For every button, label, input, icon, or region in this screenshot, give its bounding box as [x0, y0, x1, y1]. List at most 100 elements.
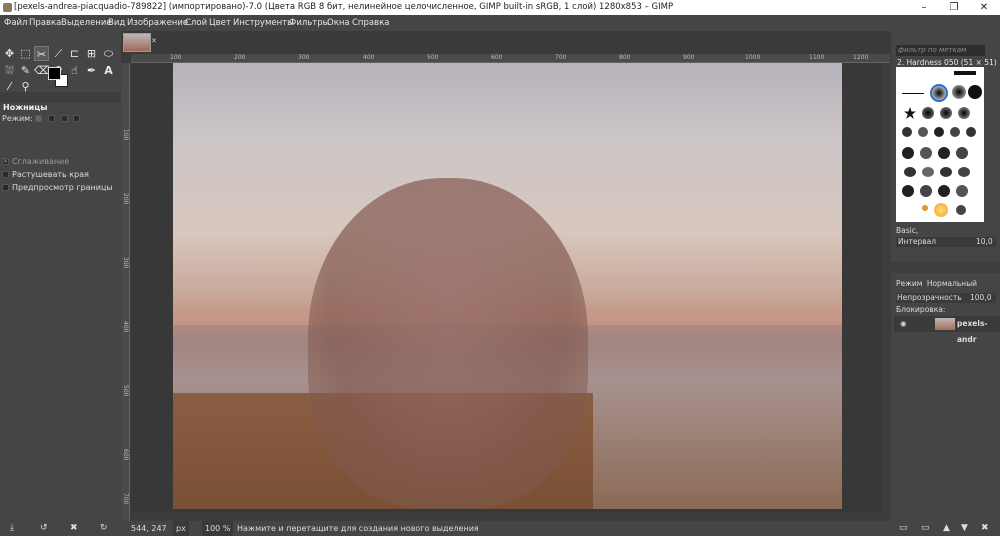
brush-item[interactable]: [950, 127, 960, 137]
brush-preset-select[interactable]: Basic,: [896, 226, 988, 236]
layer-row[interactable]: ◉ pexels-andr: [894, 316, 1000, 344]
text-tool-icon[interactable]: A: [101, 63, 116, 78]
menu-select[interactable]: Выделение: [61, 15, 112, 31]
reset-icon[interactable]: ↻: [100, 523, 108, 533]
unified-transform-icon[interactable]: ⊞: [84, 46, 99, 61]
brush-item[interactable]: [952, 85, 966, 99]
brush-item[interactable]: [956, 147, 968, 159]
mode-intersect-icon[interactable]: [73, 115, 81, 122]
brush-item[interactable]: [940, 167, 952, 177]
menu-tools[interactable]: Инструменты: [233, 15, 294, 31]
lower-layer-icon[interactable]: ▼: [961, 523, 968, 533]
warp-icon[interactable]: ⬭: [101, 46, 116, 61]
new-group-icon[interactable]: ▭: [921, 523, 930, 533]
raise-layer-icon[interactable]: ▲: [943, 523, 950, 533]
double-exposure-head: [308, 178, 588, 508]
menu-edit[interactable]: Правка: [29, 15, 61, 31]
preview-checkbox[interactable]: [2, 184, 9, 191]
brush-item[interactable]: [938, 147, 950, 159]
brush-filter-input[interactable]: фильтр по меткам: [896, 45, 985, 56]
scissors-icon[interactable]: ✂: [34, 46, 49, 61]
brush-item[interactable]: [922, 205, 928, 211]
paths-icon[interactable]: ✒: [84, 63, 99, 78]
menu-view[interactable]: Вид: [108, 15, 125, 31]
vertical-scrollbar[interactable]: [881, 63, 890, 521]
move-icon[interactable]: ✥: [2, 46, 17, 61]
brush-grid[interactable]: [896, 67, 984, 222]
layer-name: pexels-andr: [957, 319, 988, 344]
layer-mode-select[interactable]: Нормальный: [927, 279, 977, 288]
menu-help[interactable]: Справка: [352, 15, 389, 31]
menu-layer[interactable]: Слой: [185, 15, 207, 31]
brush-item[interactable]: [920, 147, 932, 159]
current-brush-name: 2. Hardness 050 (51 × 51): [897, 58, 997, 67]
eye-icon[interactable]: ◉: [900, 316, 907, 332]
tool-options-tabs: [0, 92, 121, 103]
brush-item[interactable]: [954, 71, 976, 75]
feather-option[interactable]: Растушевать края: [2, 170, 89, 179]
paintbrush-icon[interactable]: ✎: [18, 63, 33, 78]
save-preset-icon[interactable]: ⤓: [10, 523, 14, 533]
interval-slider[interactable]: Интервал 10,0: [896, 237, 996, 247]
brush-item[interactable]: [958, 107, 970, 119]
delete-preset-icon[interactable]: ✖: [70, 523, 78, 533]
bucket-fill-icon[interactable]: ⛆: [2, 63, 17, 78]
brush-item[interactable]: [918, 127, 928, 137]
brush-item[interactable]: [902, 147, 914, 159]
image-canvas[interactable]: [173, 63, 842, 509]
brush-item[interactable]: [956, 185, 968, 197]
feather-checkbox[interactable]: [2, 171, 9, 178]
brush-item[interactable]: [968, 85, 982, 99]
brush-item[interactable]: [922, 167, 934, 177]
mode-subtract-icon[interactable]: [60, 115, 68, 122]
brush-item[interactable]: [902, 127, 912, 137]
ruler-label: 500: [122, 385, 129, 397]
image-tab-thumbnail[interactable]: [123, 33, 151, 52]
menu-filters[interactable]: Фильтры: [289, 15, 329, 31]
ruler-label: 200: [122, 193, 129, 205]
antialias-checkbox[interactable]: ✕: [2, 158, 9, 165]
brush-item[interactable]: [922, 107, 934, 119]
preview-option[interactable]: Предпросмотр границы: [2, 183, 113, 192]
brush-item[interactable]: [958, 167, 970, 177]
horizontal-scrollbar[interactable]: [131, 512, 881, 521]
brush-item[interactable]: [902, 185, 914, 197]
maximize-button[interactable]: ❐: [939, 0, 969, 15]
brush-item[interactable]: [934, 127, 944, 137]
delete-layer-icon[interactable]: ✖: [981, 523, 989, 533]
layer-mode-row[interactable]: Режим Нормальный: [896, 279, 977, 288]
smudge-icon[interactable]: ☝: [67, 63, 82, 78]
brush-item[interactable]: [920, 185, 932, 197]
menu-image[interactable]: Изображение: [127, 15, 188, 31]
brush-item[interactable]: [940, 107, 952, 119]
opacity-slider[interactable]: Непрозрачность 100,0: [896, 293, 996, 303]
brush-item[interactable]: [966, 127, 976, 137]
brush-item[interactable]: [956, 205, 966, 215]
antialias-option[interactable]: ✕ Сглаживание: [2, 157, 69, 166]
eraser-icon[interactable]: ⌫: [34, 63, 50, 78]
layer-mode-label: Режим: [896, 279, 923, 288]
fuzzy-select-icon[interactable]: ⟋: [51, 46, 66, 61]
menu-color[interactable]: Цвет: [209, 15, 231, 31]
close-window-button[interactable]: ✕: [969, 0, 999, 15]
zoom-select[interactable]: 100 %: [202, 521, 234, 536]
crop-icon[interactable]: ⊏: [67, 46, 82, 61]
close-image-tab-icon[interactable]: ✕: [151, 37, 157, 45]
mode-replace-icon[interactable]: [35, 115, 43, 122]
rect-select-icon[interactable]: ⬚: [18, 46, 33, 61]
brush-item[interactable]: [934, 203, 948, 217]
foreground-color-swatch[interactable]: [48, 67, 61, 80]
menu-file[interactable]: Файл: [4, 15, 27, 31]
brush-item[interactable]: [938, 185, 950, 197]
brush-item[interactable]: [902, 93, 924, 94]
unit-select[interactable]: px: [173, 521, 189, 536]
restore-preset-icon[interactable]: ↺: [40, 523, 48, 533]
mode-add-icon[interactable]: [47, 115, 55, 122]
minimize-button[interactable]: –: [909, 0, 939, 15]
brush-item[interactable]: [904, 167, 916, 177]
new-layer-icon[interactable]: ▭: [899, 523, 908, 533]
menu-windows[interactable]: Окна: [327, 15, 350, 31]
ruler-label: 1200: [853, 54, 869, 61]
brush-item[interactable]: [904, 107, 916, 119]
brush-item[interactable]: [930, 84, 948, 102]
